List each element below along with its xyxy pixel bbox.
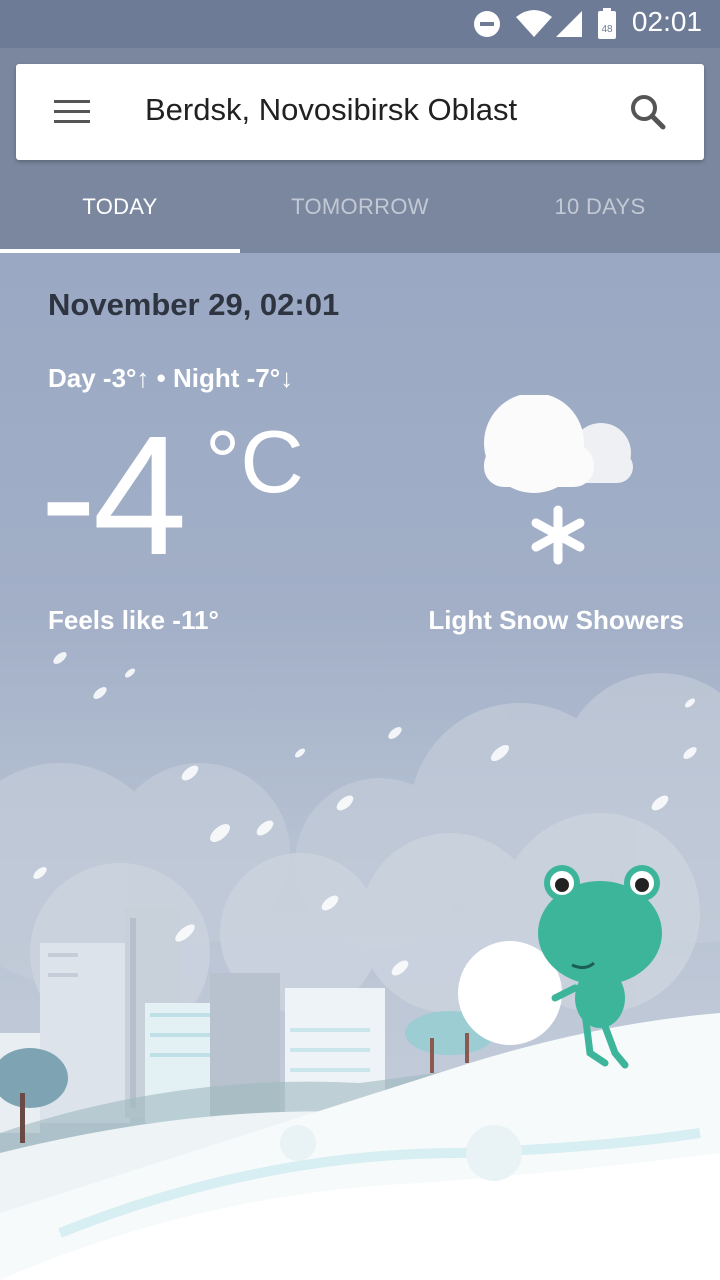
- do-not-disturb-icon: [474, 11, 500, 37]
- battery-icon: 48: [598, 8, 616, 39]
- tab-tomorrow[interactable]: TOMORROW: [240, 160, 480, 253]
- app-header: Berdsk, Novosibirsk Oblast TODAY TOMORRO…: [0, 48, 720, 253]
- feels-like: Feels like -11°: [48, 605, 219, 635]
- signal-icon: [556, 11, 582, 37]
- weather-panel: November 29, 02:01 Day -3°↑ • Night -7°↓…: [0, 253, 720, 1280]
- current-temperature: -4 °C: [40, 401, 304, 591]
- location-search-card[interactable]: Berdsk, Novosibirsk Oblast: [16, 64, 704, 160]
- status-bar: 48 02:01: [0, 0, 720, 48]
- snow-cloud-icon: [484, 395, 633, 565]
- tab-10-days[interactable]: 10 DAYS: [480, 160, 720, 253]
- menu-icon[interactable]: [52, 98, 92, 126]
- svg-text:48: 48: [601, 24, 613, 35]
- temperature-value: -4: [40, 401, 187, 591]
- weather-condition: Light Snow Showers: [428, 605, 684, 635]
- tab-today[interactable]: TODAY: [0, 160, 240, 253]
- status-time: 02:01: [631, 6, 702, 37]
- wifi-icon: [516, 10, 552, 37]
- date-time: November 29, 02:01: [48, 287, 340, 322]
- location-name[interactable]: Berdsk, Novosibirsk Oblast: [145, 92, 517, 128]
- day-night-temps: Day -3°↑ • Night -7°↓: [48, 363, 294, 393]
- tab-bar: TODAY TOMORROW 10 DAYS: [0, 160, 720, 253]
- search-icon[interactable]: [628, 92, 668, 132]
- temperature-unit: °C: [205, 412, 304, 511]
